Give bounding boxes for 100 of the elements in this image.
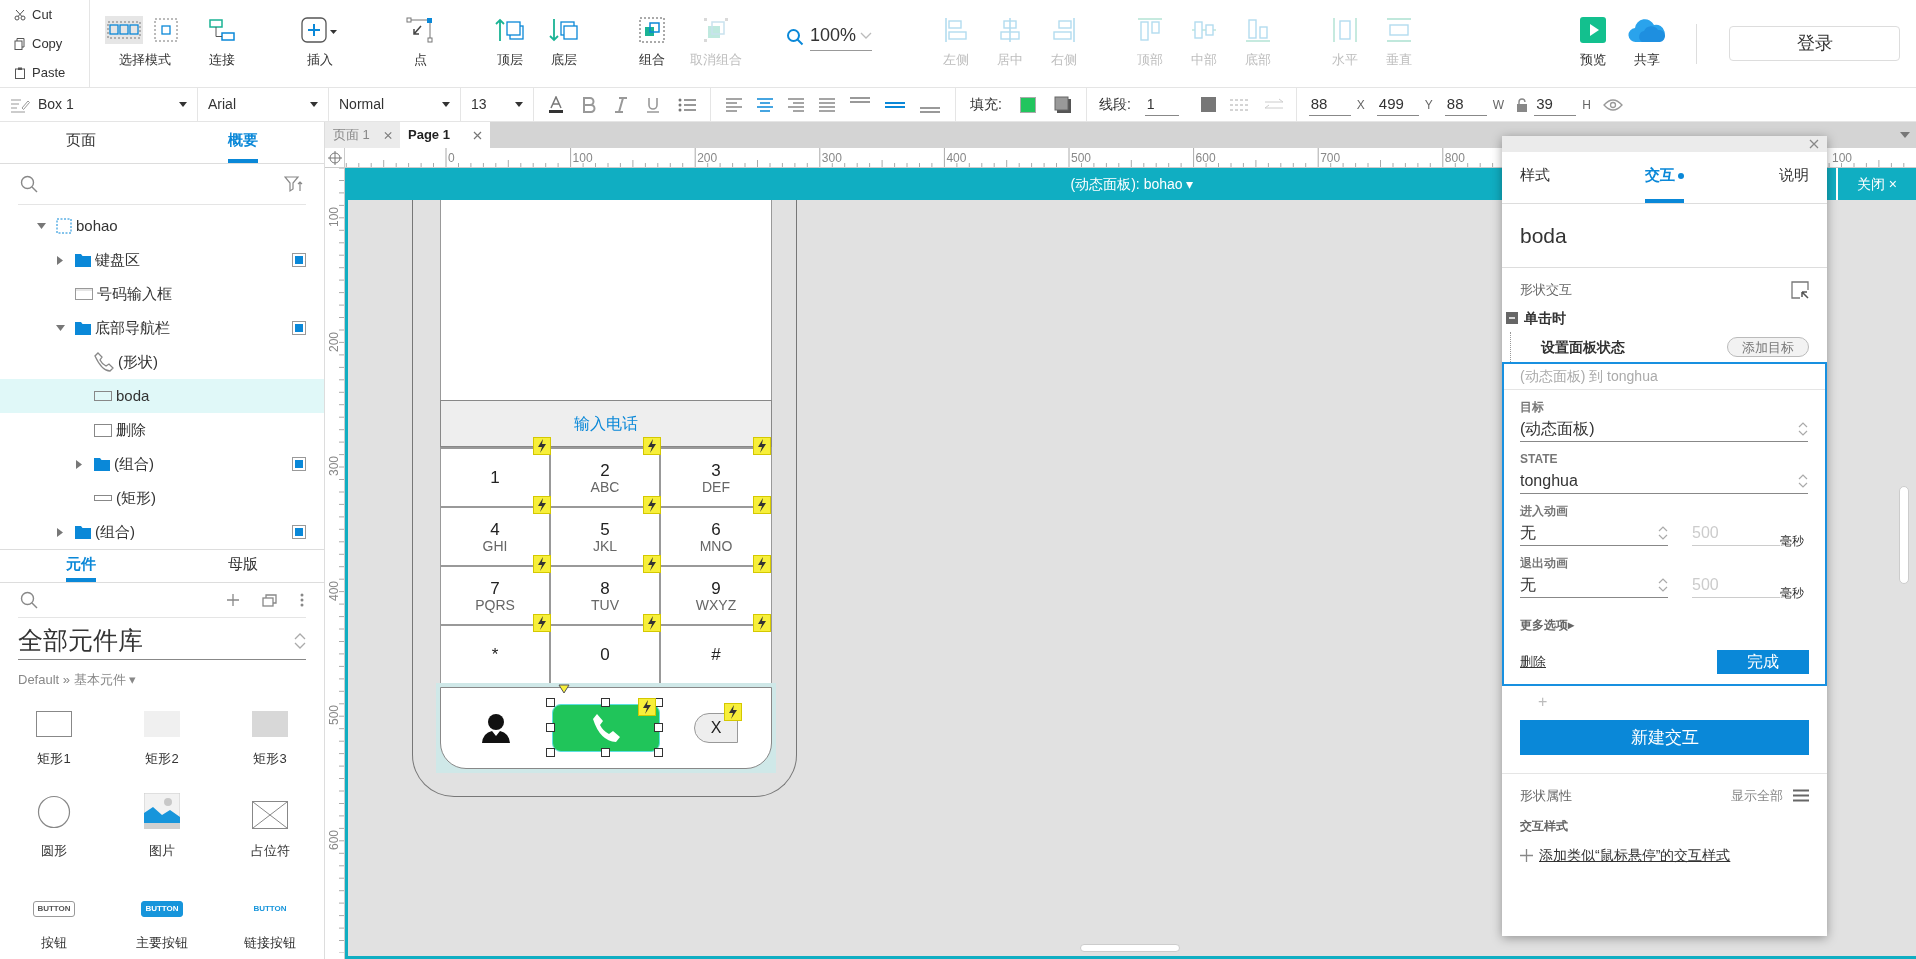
widget-tile[interactable]: BUTTON 按钮 — [0, 881, 108, 959]
filter-icon[interactable] — [284, 174, 304, 193]
visibility-square-icon[interactable] — [292, 457, 306, 471]
toolbar-button[interactable]: 预览 — [1566, 0, 1620, 87]
position-field[interactable]: 39 — [1534, 92, 1577, 117]
widget-tile[interactable]: BUTTON 主要按钮 — [108, 881, 216, 959]
add-icon[interactable] — [1520, 849, 1533, 862]
widget-tile[interactable]: 图片 — [108, 789, 216, 867]
align-left-text-icon[interactable] — [725, 96, 743, 113]
library-breadcrumb[interactable]: Default » 基本元件 ▾ — [18, 669, 306, 689]
login-button[interactable]: 登录 — [1729, 26, 1900, 61]
collapsed-caret-icon[interactable] — [76, 459, 82, 469]
menu-icon[interactable] — [1793, 789, 1809, 802]
horizontal-scrollbar[interactable] — [1080, 944, 1180, 952]
state-dropdown[interactable]: tonghua — [1520, 468, 1808, 494]
toolbar-button[interactable]: 共享 — [1620, 0, 1674, 87]
weight-dropdown[interactable]: Normal — [329, 87, 460, 122]
triangle-marker-icon[interactable] — [558, 684, 570, 694]
call-button[interactable] — [552, 704, 660, 752]
outline-row[interactable]: boda — [0, 379, 324, 413]
zoom-field[interactable]: 100% — [810, 22, 873, 51]
stroke-width-field[interactable]: 1 — [1144, 93, 1179, 116]
more-options-link[interactable]: 更多选项▸ — [1504, 616, 1825, 634]
toolbar-button[interactable]: 顶层 — [483, 0, 537, 87]
align-center-text-icon[interactable] — [756, 96, 774, 113]
widget-tile[interactable]: 矩形3 — [216, 697, 324, 775]
target-dropdown[interactable]: (动态面板) — [1520, 416, 1808, 442]
position-field[interactable]: 499 — [1376, 92, 1419, 117]
toolbar-button[interactable]: 连接 — [195, 0, 249, 87]
add-target-button[interactable]: 添加目标 — [1727, 337, 1809, 357]
up-down-icon[interactable] — [294, 631, 306, 651]
outline-row[interactable]: 号码输入框 — [0, 277, 324, 311]
list-icon[interactable] — [678, 97, 696, 112]
done-button[interactable]: 完成 — [1717, 650, 1809, 674]
collapsed-caret-icon[interactable] — [57, 527, 63, 537]
panel-tab[interactable]: 元件 — [0, 550, 162, 583]
widget-tile[interactable]: 矩形1 — [0, 697, 108, 775]
search-icon[interactable] — [786, 27, 804, 46]
panel-tab[interactable]: 概要 — [162, 122, 324, 163]
widget-tile[interactable]: 圆形 — [0, 789, 108, 867]
align-right-text-icon[interactable] — [787, 96, 805, 113]
vertical-scrollbar[interactable] — [1899, 486, 1909, 584]
add-style-link[interactable]: 添加类似“鼠标悬停”的交互样式 — [1539, 845, 1731, 866]
eye-icon[interactable] — [1602, 98, 1623, 111]
panel-tab[interactable]: 母版 — [162, 550, 324, 583]
new-interaction-button[interactable]: 新建交互 — [1520, 720, 1809, 755]
position-field[interactable]: 88 — [1444, 92, 1487, 117]
add-icon[interactable] — [226, 592, 240, 607]
fill-color-swatch[interactable] — [1019, 96, 1036, 113]
text-color-icon[interactable] — [548, 95, 564, 114]
caret-down-icon[interactable] — [1900, 132, 1910, 138]
toolbar-button[interactable]: 组合 — [625, 0, 679, 87]
close-icon[interactable] — [383, 130, 392, 140]
outline-row[interactable]: (组合) — [0, 447, 324, 481]
outline-row[interactable]: (组合) — [0, 515, 324, 549]
library-title[interactable]: 全部元件库 — [18, 622, 294, 660]
collapse-icon[interactable] — [1506, 312, 1518, 324]
copy-icon[interactable] — [262, 592, 278, 607]
search-icon[interactable] — [20, 174, 38, 193]
animation-dropdown[interactable]: 无 — [1520, 572, 1668, 598]
toolbar-button[interactable]: 点 — [393, 0, 447, 87]
bold-icon[interactable] — [582, 96, 596, 113]
person-icon[interactable] — [482, 713, 510, 743]
widget-tile[interactable]: 矩形2 — [108, 697, 216, 775]
visibility-square-icon[interactable] — [292, 253, 306, 267]
position-field[interactable]: 88 — [1308, 92, 1351, 117]
inspector-tab[interactable]: 说明 — [1779, 152, 1809, 203]
cursor-box-icon[interactable] — [1791, 281, 1809, 299]
search-icon[interactable] — [20, 590, 38, 609]
justify-text-icon[interactable] — [818, 96, 836, 113]
italic-icon[interactable] — [614, 96, 628, 113]
inspector-tab[interactable]: 交互 — [1645, 152, 1684, 203]
crosshair-icon[interactable] — [327, 151, 342, 165]
toolbar-button[interactable]: 插入 — [293, 0, 347, 87]
close-icon[interactable] — [1809, 139, 1819, 149]
style-dropdown[interactable]: Box 1 — [0, 87, 197, 122]
inspector-tab[interactable]: 样式 — [1520, 152, 1550, 203]
paste-button[interactable]: Paste — [0, 58, 89, 87]
outline-row[interactable]: 删除 — [0, 413, 324, 447]
close-icon[interactable] — [473, 130, 482, 140]
visibility-square-icon[interactable] — [292, 525, 306, 539]
expanded-caret-icon[interactable] — [55, 325, 65, 331]
outline-row[interactable]: 键盘区 — [0, 243, 324, 277]
more-icon[interactable] — [300, 592, 304, 607]
font-dropdown[interactable]: Arial — [198, 87, 328, 122]
toolbar-button[interactable]: 底层 — [537, 0, 591, 87]
widget-tile[interactable]: BUTTON 链接按钮 — [216, 881, 324, 959]
lock-icon[interactable] — [1516, 97, 1529, 112]
stroke-color-swatch[interactable] — [1200, 97, 1216, 112]
animation-dropdown[interactable]: 无 — [1520, 520, 1668, 546]
expanded-caret-icon[interactable] — [36, 223, 46, 229]
delete-link[interactable]: 删除 — [1520, 652, 1546, 672]
delete-key[interactable]: X — [694, 713, 738, 743]
copy-button[interactable]: Copy — [0, 29, 89, 58]
widget-tile[interactable]: 占位符 — [216, 789, 324, 867]
collapsed-caret-icon[interactable] — [57, 255, 63, 265]
outline-row[interactable]: bohao — [0, 209, 324, 243]
outline-row[interactable]: (矩形) — [0, 481, 324, 515]
toolbar-button[interactable]: 选择模式 — [96, 0, 194, 87]
cut-button[interactable]: Cut — [0, 0, 89, 29]
